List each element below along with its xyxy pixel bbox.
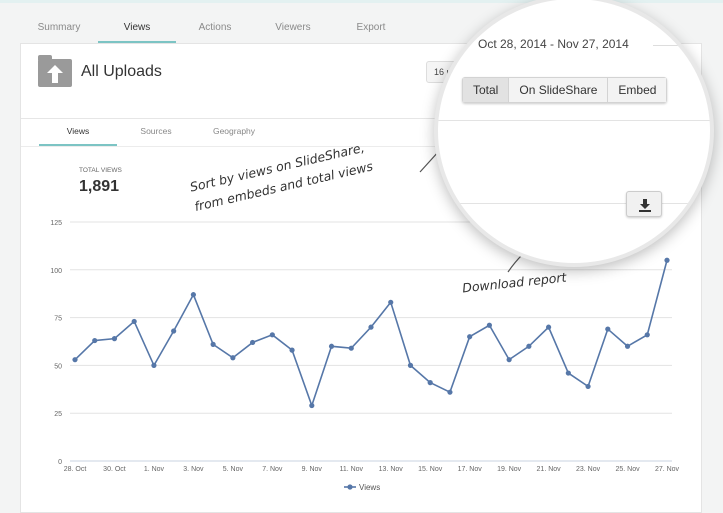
data-point — [546, 324, 552, 330]
x-tick-label: 11. Nov — [339, 466, 363, 473]
data-point — [230, 355, 236, 361]
magnifier-callout: Oct 28, 2014 - Nov 27, 2014 Total On Sli… — [434, 0, 714, 267]
y-tick-label: 100 — [50, 268, 62, 275]
download-icon — [639, 199, 651, 212]
x-tick-label: 17. Nov — [458, 466, 483, 473]
download-report-button[interactable] — [626, 191, 662, 217]
data-point — [486, 322, 492, 328]
x-tick-label: 30. Oct — [103, 466, 126, 473]
data-point — [427, 380, 433, 386]
data-point — [585, 383, 591, 390]
y-tick-label: 50 — [54, 363, 62, 370]
filter-on-slideshare-button[interactable]: On SlideShare — [509, 78, 609, 102]
data-point — [506, 357, 512, 363]
data-point — [565, 370, 571, 376]
y-tick-label: 0 — [58, 459, 62, 466]
date-range[interactable]: Oct 28, 2014 - Nov 27, 2014 — [478, 37, 629, 51]
data-point — [348, 345, 354, 351]
data-point — [72, 357, 78, 363]
data-point — [250, 339, 256, 346]
view-filter-group: Total On SlideShare Embed — [462, 77, 668, 103]
data-point — [111, 336, 118, 342]
data-point — [407, 362, 414, 368]
x-tick-label: 15. Nov — [418, 466, 443, 473]
data-point — [131, 318, 137, 325]
x-tick-label: 3. Nov — [183, 466, 204, 473]
x-tick-label: 21. Nov — [537, 466, 562, 473]
data-point — [190, 292, 196, 298]
y-tick-label: 25 — [54, 411, 62, 418]
data-point — [151, 362, 157, 368]
legend-marker — [347, 484, 353, 490]
data-point — [92, 337, 98, 344]
divider — [653, 45, 710, 46]
data-point — [467, 334, 473, 340]
data-point — [644, 332, 650, 338]
data-point — [447, 389, 453, 395]
x-tick-label: 25. Nov — [615, 466, 640, 473]
x-tick-label: 19. Nov — [497, 466, 522, 473]
x-tick-label: 5. Nov — [223, 466, 244, 473]
y-tick-label: 125 — [50, 220, 62, 227]
data-point — [269, 332, 275, 338]
data-point — [624, 343, 631, 349]
x-tick-label: 7. Nov — [262, 466, 283, 473]
data-point — [526, 343, 532, 349]
x-tick-label: 9. Nov — [302, 466, 323, 473]
x-tick-label: 28. Oct — [64, 466, 87, 473]
x-tick-label: 1. Nov — [144, 466, 165, 473]
x-tick-label: 23. Nov — [576, 466, 601, 473]
data-point — [210, 341, 216, 347]
data-point — [605, 326, 611, 332]
filter-embed-button[interactable]: Embed — [608, 78, 667, 102]
series-line-views — [74, 260, 668, 409]
legend-label[interactable]: Views — [359, 483, 380, 492]
data-point — [171, 328, 177, 334]
data-point — [388, 299, 394, 305]
data-point — [309, 402, 315, 409]
divider — [438, 203, 710, 204]
x-tick-label: 27. Nov — [655, 466, 680, 473]
divider — [438, 120, 710, 121]
x-tick-label: 13. Nov — [379, 466, 404, 473]
data-point — [664, 257, 670, 263]
data-point — [328, 343, 335, 349]
data-point — [289, 347, 295, 353]
filter-total-button[interactable]: Total — [463, 78, 510, 102]
y-tick-label: 75 — [54, 316, 62, 323]
data-point — [368, 324, 374, 330]
